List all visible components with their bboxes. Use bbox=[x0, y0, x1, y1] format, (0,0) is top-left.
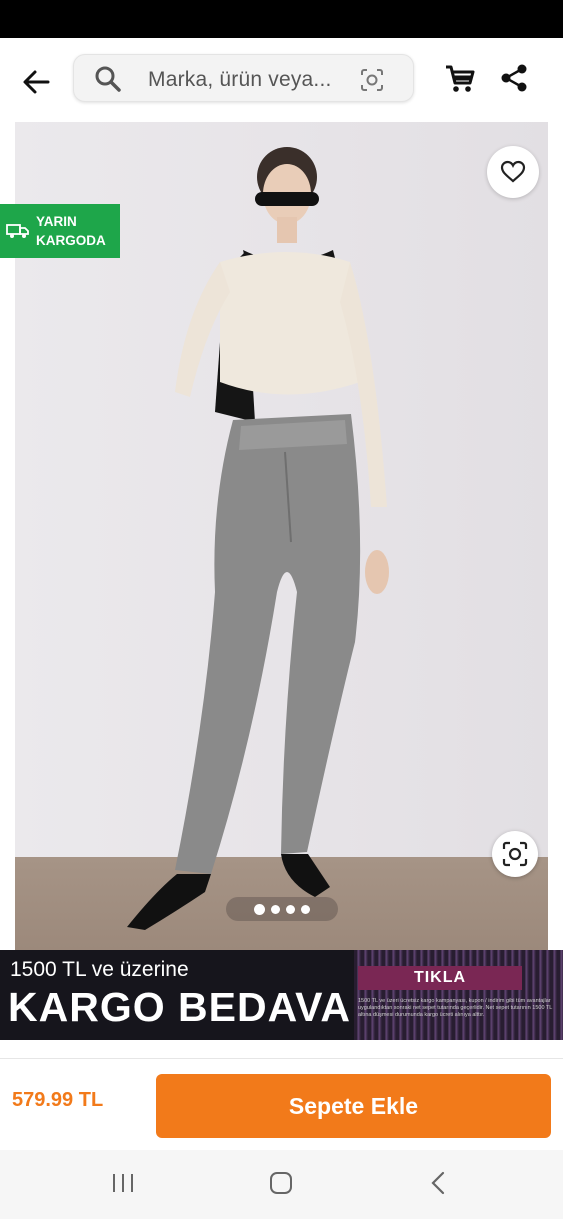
banner-line-1: 1500 TL ve üzerine bbox=[10, 958, 189, 981]
image-pagination bbox=[226, 897, 338, 921]
banner-cta-button[interactable]: TIKLA bbox=[358, 966, 522, 990]
search-bar[interactable]: Marka, ürün veya... bbox=[73, 54, 414, 102]
lens-icon bbox=[502, 841, 528, 867]
top-app-bar: Marka, ürün veya... bbox=[0, 38, 563, 122]
heart-icon bbox=[500, 160, 526, 183]
back-button[interactable] bbox=[16, 62, 56, 102]
purchase-footer: 579.99 TL Sepete Ekle bbox=[0, 1058, 563, 1150]
product-price: 579.99 TL bbox=[12, 1089, 104, 1111]
pagination-dot[interactable] bbox=[286, 904, 295, 914]
banner-headline: KARGO BEDAVA bbox=[8, 984, 352, 1030]
visual-search-button[interactable] bbox=[492, 831, 538, 877]
back-arrow-icon bbox=[23, 70, 50, 94]
system-nav-bar bbox=[0, 1150, 563, 1219]
pagination-dot-active[interactable] bbox=[254, 903, 265, 915]
delivery-badge: YARIN KARGODA bbox=[0, 204, 120, 258]
add-to-cart-button[interactable]: Sepete Ekle bbox=[156, 1074, 551, 1138]
pagination-dot[interactable] bbox=[271, 904, 280, 914]
badge-line-1: YARIN bbox=[36, 214, 77, 229]
search-icon bbox=[95, 66, 121, 92]
banner-decoration bbox=[354, 950, 563, 1040]
cart-icon[interactable] bbox=[443, 62, 477, 96]
truck-icon bbox=[6, 224, 29, 238]
free-shipping-banner[interactable]: 1500 TL ve üzerine KARGO BEDAVA TIKLA 15… bbox=[0, 950, 563, 1040]
recent-apps-icon[interactable] bbox=[111, 1170, 135, 1196]
camera-search-icon[interactable] bbox=[359, 67, 385, 93]
badge-line-2: KARGODA bbox=[36, 233, 106, 248]
share-icon[interactable] bbox=[498, 62, 530, 94]
status-bar bbox=[0, 0, 563, 38]
nav-back-icon[interactable] bbox=[428, 1170, 450, 1196]
banner-fine-print: 1500 TL ve üzeri ücretsiz kargo kampanya… bbox=[358, 998, 553, 1018]
home-icon[interactable] bbox=[268, 1170, 294, 1196]
pagination-dot[interactable] bbox=[301, 904, 310, 914]
favorite-button[interactable] bbox=[487, 146, 539, 198]
search-input[interactable]: Marka, ürün veya... bbox=[148, 68, 332, 92]
